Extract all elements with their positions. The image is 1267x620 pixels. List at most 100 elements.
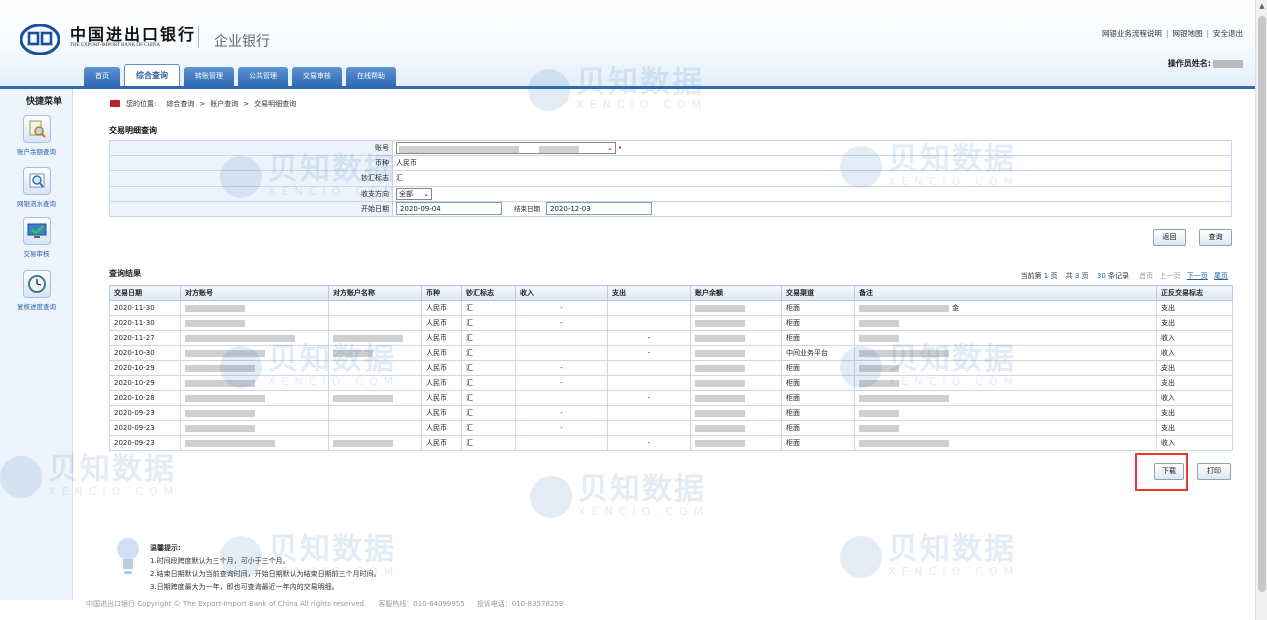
footer: 中国进出口银行 Copyright © The Export-Import Ba… bbox=[86, 599, 575, 609]
cell-cash-flag: 汇 bbox=[461, 405, 516, 421]
back-button[interactable]: 返回 bbox=[1153, 229, 1186, 246]
cell-currency: 人民币 bbox=[421, 420, 462, 436]
next-page-link[interactable]: 下一页 bbox=[1187, 272, 1208, 280]
cell-cash-flag: 汇 bbox=[461, 315, 516, 331]
sidebar-item-balance[interactable]: 账户余额查询 bbox=[0, 115, 73, 156]
cell-date: 2020-11-30 bbox=[109, 315, 181, 331]
direction-select[interactable]: 全部 ⌄ bbox=[396, 187, 432, 200]
results-body: 2020-11-30 人民币汇 - 柜面金支出 2020-11-30 人民币汇 - 柜面 支出 2… bbox=[109, 300, 1233, 451]
cell-counter-name bbox=[328, 360, 422, 376]
tab-public-management[interactable]: 公共管理 bbox=[238, 67, 288, 86]
first-page-link[interactable]: 首页 bbox=[1139, 272, 1153, 280]
cell-direction-flag: 收入 bbox=[1156, 330, 1233, 346]
chevron-down-icon: ⌄ bbox=[423, 189, 429, 198]
cell-date: 2020-09-23 bbox=[109, 420, 181, 436]
operator-name-redacted bbox=[1213, 59, 1243, 68]
query-button[interactable]: 查询 bbox=[1199, 229, 1232, 246]
pager-text: 条记录 bbox=[1108, 272, 1130, 280]
redacted-block bbox=[185, 319, 245, 327]
cell-cash-flag: 汇 bbox=[461, 300, 516, 316]
redacted-block bbox=[333, 394, 393, 402]
cell-direction-flag: 收入 bbox=[1156, 345, 1233, 361]
redacted-block bbox=[695, 349, 745, 357]
sidebar-title: 快捷菜单 bbox=[26, 97, 63, 107]
sidebar-item-review-progress[interactable]: 复核进度查询 bbox=[0, 270, 73, 311]
sidebar-item-flow[interactable]: 网银流水查询 bbox=[0, 167, 73, 208]
redacted-block bbox=[695, 334, 745, 342]
print-button[interactable]: 打印 bbox=[1197, 463, 1231, 480]
last-page-link[interactable]: 尾页 bbox=[1214, 272, 1228, 280]
operator-name: 操作员姓名: bbox=[1168, 58, 1243, 69]
cell-counter-account bbox=[180, 345, 329, 361]
redacted-block bbox=[185, 424, 255, 432]
tab-approval[interactable]: 交易审核 bbox=[292, 67, 342, 86]
cell-direction-flag: 支出 bbox=[1156, 405, 1233, 421]
prev-page-link[interactable]: 上一页 bbox=[1160, 272, 1181, 280]
account-select[interactable]: ⌄ bbox=[396, 142, 616, 155]
sidebar-item-label: 复核进度查询 bbox=[17, 303, 56, 311]
cell-balance bbox=[690, 360, 782, 376]
redacted-block bbox=[333, 349, 373, 357]
cell-expense: - bbox=[607, 330, 691, 346]
scroll-up-icon[interactable]: ▲ bbox=[1256, 2, 1267, 14]
magnifier-icon bbox=[22, 167, 51, 195]
total-pages: 3 bbox=[1074, 272, 1080, 280]
table-row: 2020-09-23 人民币汇 - 柜面 支出 bbox=[109, 405, 1233, 421]
cell-direction-flag: 支出 bbox=[1156, 375, 1233, 391]
cell-direction-flag: 收入 bbox=[1156, 390, 1233, 406]
cell-balance bbox=[690, 315, 782, 331]
col-income: 收入 bbox=[515, 285, 608, 301]
breadcrumb-item: 账户查询 bbox=[210, 100, 239, 108]
cell-direction-flag: 支出 bbox=[1156, 300, 1233, 316]
redacted-block bbox=[333, 439, 393, 447]
redacted-block bbox=[695, 394, 745, 402]
required-marker: • bbox=[618, 144, 623, 153]
cell-channel: 柜面 bbox=[781, 330, 855, 346]
redacted-block bbox=[859, 409, 899, 417]
pager-text: 共 bbox=[1065, 272, 1073, 280]
scrollbar-thumb[interactable] bbox=[1258, 16, 1266, 592]
redacted-block bbox=[695, 409, 745, 417]
table-header-row: 交易日期 对方账号 对方账户名称 币种 钞汇标志 收入 支出 账户余额 交易渠道… bbox=[109, 285, 1233, 301]
cell-currency: 人民币 bbox=[421, 435, 462, 451]
link-site-map[interactable]: 网银地图 bbox=[1172, 29, 1202, 38]
cell-channel: 柜面 bbox=[781, 405, 855, 421]
end-date-input[interactable]: 2020-12-03 bbox=[546, 202, 652, 216]
start-date-input[interactable]: 2020-09-04 bbox=[396, 202, 502, 216]
cell-currency: 人民币 bbox=[421, 345, 462, 361]
redacted-block bbox=[859, 319, 899, 327]
tab-query[interactable]: 综合查询 bbox=[124, 64, 180, 86]
cell-date: 2020-09-23 bbox=[109, 405, 181, 421]
cell-income: - bbox=[515, 420, 608, 436]
sidebar-item-label: 账户余额查询 bbox=[17, 148, 56, 156]
bank-name-en: THE EXPORT-IMPORT BANK OF CHINA bbox=[70, 43, 160, 48]
tip-line: 3.日期跨度最大为一年，即也可查询最近一年内的交易明细。 bbox=[150, 583, 339, 591]
tab-help[interactable]: 在线帮助 bbox=[346, 67, 396, 86]
col-expense: 支出 bbox=[607, 285, 691, 301]
cell-balance bbox=[690, 435, 782, 451]
vertical-scrollbar[interactable]: ▲ bbox=[1255, 0, 1267, 620]
tab-transfer[interactable]: 转账管理 bbox=[184, 67, 234, 86]
cell-income: - bbox=[515, 315, 608, 331]
breadcrumb-item: 交易明细查询 bbox=[254, 100, 297, 108]
cell-note bbox=[854, 345, 1157, 361]
tab-home[interactable]: 首页 bbox=[84, 67, 120, 86]
col-currency: 币种 bbox=[421, 285, 462, 301]
link-logout[interactable]: 安全退出 bbox=[1213, 29, 1243, 38]
download-button[interactable]: 下载 bbox=[1154, 463, 1184, 480]
link-process-guide[interactable]: 网银业务流程说明 bbox=[1102, 29, 1162, 38]
cell-expense bbox=[607, 360, 691, 376]
table-row: 2020-10-29 人民币汇 - 柜面 支出 bbox=[109, 360, 1233, 376]
cell-date: 2020-10-29 bbox=[109, 360, 181, 376]
redacted-block bbox=[695, 379, 745, 387]
col-date: 交易日期 bbox=[109, 285, 181, 301]
sidebar-item-approval[interactable]: 交易审核 bbox=[0, 217, 73, 258]
cell-date: 2020-09-23 bbox=[109, 435, 181, 451]
cell-channel: 中间业务平台 bbox=[781, 345, 855, 361]
cell-date: 2020-10-28 bbox=[109, 390, 181, 406]
redacted-block bbox=[185, 364, 255, 372]
cell-cash-flag: 汇 bbox=[461, 345, 516, 361]
cell-counter-name bbox=[328, 345, 422, 361]
cell-counter-account bbox=[180, 300, 329, 316]
redacted-block bbox=[185, 379, 255, 387]
